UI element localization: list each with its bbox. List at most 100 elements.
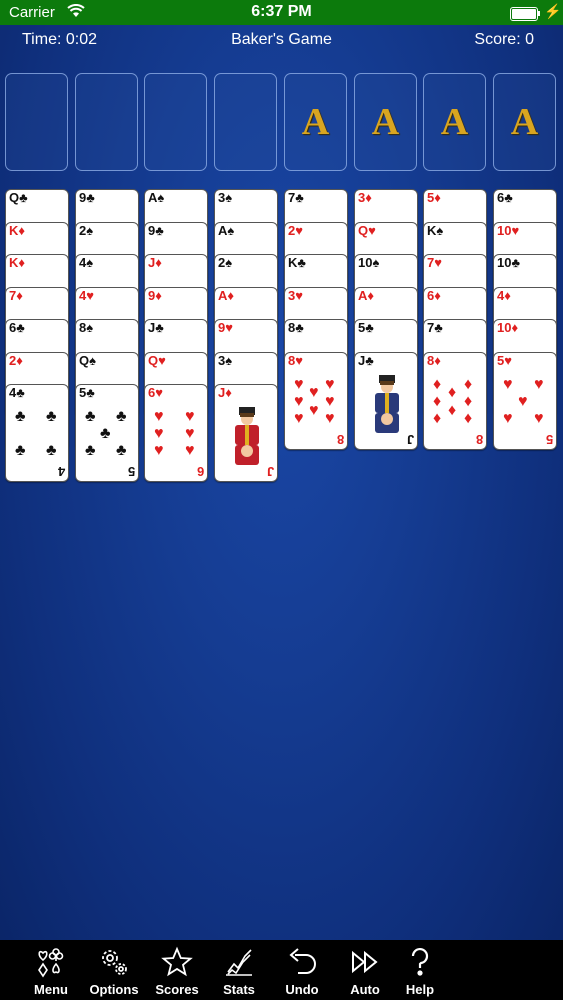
card-pip: ♥ — [154, 425, 164, 442]
toolbar-menu-button[interactable]: Menu — [23, 942, 79, 998]
battery-nub — [538, 11, 540, 16]
card-pip: ♥ — [154, 408, 164, 425]
toolbar-label: Options — [89, 982, 139, 997]
card-rank: 9♦ — [148, 287, 162, 303]
toolbar-undo-button[interactable]: Undo — [274, 942, 330, 998]
foundation-slot[interactable]: A — [354, 73, 417, 171]
card-rank: 5♦ — [427, 190, 441, 205]
card-rank: 5♣ — [79, 385, 95, 400]
card-rank: 8♦ — [427, 352, 441, 368]
foundation-ace-label: A — [510, 101, 539, 143]
playing-card[interactable]: 5♣ ♣ ♣ ♣ ♣ ♣ 5 — [75, 384, 139, 482]
card-pip: ♦ — [464, 375, 473, 393]
card-rank: A♦ — [358, 287, 375, 303]
card-rank: 9♣ — [79, 190, 95, 205]
foundation-slot[interactable]: A — [493, 73, 556, 171]
card-rank-bottom: J — [406, 431, 414, 447]
card-rank-bottom: 8 — [336, 431, 344, 447]
toolbar-scores-button[interactable]: Scores — [149, 942, 205, 998]
card-pip: ♦ — [433, 392, 442, 410]
card-pip: ♣ — [100, 425, 111, 442]
card-rank: J♣ — [148, 320, 164, 335]
toolbar-label: Auto — [350, 982, 380, 997]
card-rank: 4♠ — [79, 255, 94, 270]
playing-card[interactable]: 5♥ ♥ ♥ ♥ ♥ ♥ 5 — [493, 351, 557, 450]
card-pip: ♥ — [325, 392, 335, 410]
card-pip: ♥ — [325, 409, 335, 427]
card-rank: J♣ — [358, 352, 374, 368]
card-rank: 9♥ — [218, 320, 233, 335]
card-rank-bottom: J — [266, 464, 274, 479]
foundation-ace-label: A — [371, 101, 400, 143]
playing-card[interactable]: J♣ J — [354, 351, 418, 450]
card-pip: ♥ — [185, 442, 195, 459]
battery-icon — [510, 7, 538, 21]
card-rank: 7♦ — [9, 287, 23, 303]
card-pip: ♥ — [325, 375, 335, 393]
card-rank-bottom: 8 — [475, 431, 483, 447]
card-rank: 7♥ — [427, 255, 442, 270]
playing-card[interactable]: 4♣ ♣ ♣ ♣ ♣ 4 — [5, 384, 69, 482]
free-cell[interactable] — [5, 73, 68, 171]
card-rank: Q♣ — [9, 190, 28, 205]
card-pip: ♥ — [503, 409, 513, 427]
game-header: Time: 0:02 Baker's Game Score: 0 — [0, 25, 563, 53]
card-rank: 10♣ — [497, 255, 520, 270]
toolbar-label: Menu — [34, 982, 68, 997]
fast-forward-icon — [349, 946, 381, 978]
card-rank: 2♥ — [288, 222, 303, 238]
card-rank: 3♠ — [218, 190, 233, 205]
card-rank: 6♦ — [427, 287, 441, 303]
free-cell[interactable] — [144, 73, 207, 171]
card-pip: ♥ — [185, 425, 195, 442]
card-rank: 9♣ — [148, 222, 164, 238]
card-pip: ♥ — [518, 392, 528, 410]
card-rank: A♠ — [148, 190, 165, 205]
card-pip: ♥ — [185, 408, 195, 425]
card-rank: K♦ — [9, 255, 26, 270]
card-rank: Q♠ — [79, 352, 97, 368]
card-rank: K♦ — [9, 222, 26, 238]
card-pip: ♥ — [309, 383, 319, 401]
card-rank: 7♣ — [427, 320, 443, 335]
star-icon — [161, 946, 193, 978]
playing-card[interactable]: 6♥ ♥ ♥ ♥ ♥ ♥ ♥ 6 — [144, 384, 208, 482]
card-pip: ♦ — [433, 409, 442, 427]
card-pip: ♥ — [503, 375, 513, 393]
status-bar: Carrier 6:37 PM ⚡ — [0, 0, 563, 25]
card-rank: 4♦ — [497, 287, 511, 303]
card-rank: 10♦ — [497, 320, 519, 335]
toolbar-auto-button[interactable]: Auto — [337, 942, 393, 998]
undo-icon — [286, 946, 318, 978]
free-cell[interactable] — [75, 73, 138, 171]
toolbar-options-button[interactable]: Options — [86, 942, 142, 998]
card-pip: ♥ — [534, 375, 544, 393]
card-rank-bottom: 5 — [545, 431, 553, 447]
card-pip: ♣ — [15, 408, 26, 425]
toolbar-stats-button[interactable]: Stats — [211, 942, 267, 998]
card-rank: 4♣ — [9, 385, 25, 400]
card-pip: ♥ — [294, 409, 304, 427]
card-rank: 5♥ — [497, 352, 512, 368]
foundation-slot[interactable]: A — [284, 73, 347, 171]
card-pip: ♦ — [448, 401, 457, 419]
card-rank: J♦ — [148, 255, 162, 270]
foundation-slot[interactable]: A — [423, 73, 486, 171]
card-pip: ♥ — [294, 375, 304, 393]
toolbar-label: Stats — [223, 982, 255, 997]
face-card-figure — [369, 373, 405, 433]
card-rank: 4♥ — [79, 287, 94, 303]
charging-icon: ⚡ — [544, 3, 562, 19]
chart-icon — [223, 946, 255, 978]
foundation-ace-label: A — [440, 101, 469, 143]
toolbar-help-button[interactable]: Help — [392, 942, 448, 998]
free-cell[interactable] — [214, 73, 277, 171]
card-pip: ♣ — [46, 442, 57, 459]
playing-card[interactable]: J♦ J — [214, 384, 278, 482]
card-rank: 3♠ — [218, 352, 233, 368]
card-rank: K♠ — [427, 222, 444, 238]
card-rank: 7♣ — [288, 190, 304, 205]
card-pip: ♥ — [294, 392, 304, 410]
playing-card[interactable]: 8♦ ♦ ♦ ♦ ♦ ♦ ♦ ♦ ♦ 8 — [423, 351, 487, 450]
playing-card[interactable]: 8♥ ♥ ♥ ♥ ♥ ♥ ♥ ♥ ♥ 8 — [284, 351, 348, 450]
